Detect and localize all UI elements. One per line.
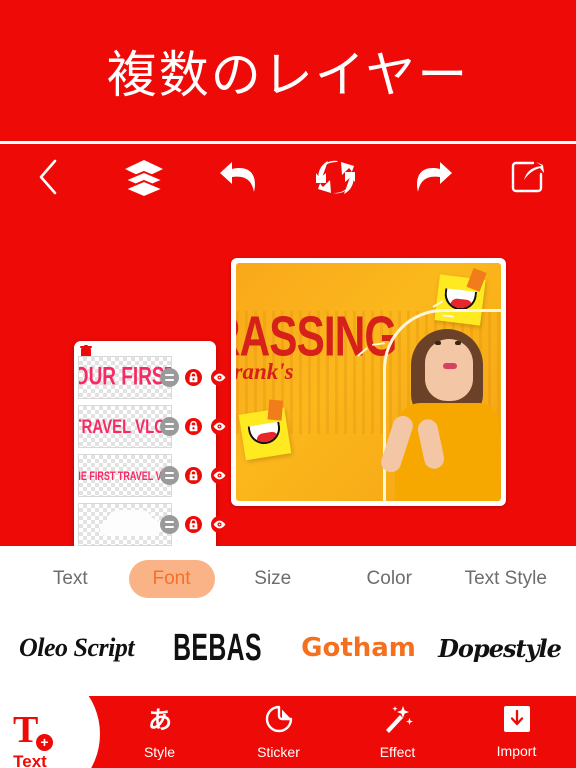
drag-handle-icon[interactable] <box>160 466 179 485</box>
canvas-subheadline: prank's <box>236 359 294 384</box>
style-glyph-icon: あ <box>145 704 175 739</box>
nav-item-style[interactable]: あ Style <box>100 704 219 760</box>
options-panel: Text Font Size Color Text Style Oleo Script B… <box>0 546 576 696</box>
nav-item-label: Import <box>496 743 537 759</box>
undo-arrow-icon <box>218 158 262 196</box>
magic-wand-icon <box>383 704 413 739</box>
lock-icon[interactable] <box>185 369 202 386</box>
sync-refresh-icon <box>315 157 357 197</box>
font-option-oleo-script[interactable]: Oleo Script <box>6 633 147 663</box>
canvas-artboard[interactable]: RASSING prank's <box>236 263 501 501</box>
back-button[interactable] <box>0 144 96 210</box>
lock-icon[interactable] <box>185 516 202 533</box>
download-arrow-icon <box>503 705 531 738</box>
font-option-gotham[interactable]: Gotham <box>288 633 429 663</box>
eye-icon[interactable] <box>211 369 228 386</box>
font-option-dopestyle[interactable]: Dopestyle <box>429 634 570 663</box>
nav-item-text-label: Text <box>13 751 47 768</box>
nav-item-sticker[interactable]: Sticker <box>219 704 338 760</box>
plus-badge-icon: + <box>36 733 53 751</box>
nav-item-effect[interactable]: Effect <box>338 704 457 760</box>
model-photo <box>378 309 501 501</box>
eye-icon[interactable] <box>211 418 228 435</box>
redo-arrow-icon <box>410 158 454 196</box>
eye-icon[interactable] <box>211 516 228 533</box>
layer-thumbnail[interactable]: OUR FIRST <box>78 356 172 399</box>
layer-row[interactable]: OUR FIRST <box>74 353 228 402</box>
smiley-tongue <box>450 297 474 310</box>
layer-thumbnail[interactable]: THE FIRST TRAVEL VLOG <box>78 454 172 497</box>
app-root: 複数のレイヤー ASSING ank's OUR FIRST TRAVEL VL… <box>0 0 576 768</box>
tab-color[interactable]: Color <box>331 560 448 598</box>
promo-headline: 複数のレイヤー <box>106 45 470 104</box>
nav-item-import[interactable]: Import <box>457 705 576 759</box>
svg-text:あ: あ <box>148 706 172 734</box>
layer-thumbnail-label: OUR FIRST <box>78 363 172 391</box>
drag-handle-icon[interactable] <box>160 515 179 534</box>
sticker-note-smiley-2 <box>238 399 292 461</box>
smiley-mouth <box>247 421 283 447</box>
layer-row[interactable]: THE FIRST TRAVEL VLOG <box>74 451 228 500</box>
model-face <box>425 339 473 401</box>
layer-row[interactable] <box>74 500 228 549</box>
layer-row[interactable]: TRAVEL VLOG <box>74 402 228 451</box>
tab-text[interactable]: Text <box>12 560 129 598</box>
drag-handle-icon[interactable] <box>160 368 179 387</box>
model-eye-right <box>455 341 461 345</box>
tab-text-style[interactable]: Text Style <box>448 560 565 598</box>
layer-thumbnail-label: TRAVEL VLOG <box>78 415 171 438</box>
tab-font[interactable]: Font <box>128 560 215 598</box>
editor-toolbar <box>0 144 576 210</box>
model-shirt <box>395 403 499 501</box>
chevron-left-icon <box>35 157 61 197</box>
model-lips <box>443 363 457 369</box>
model-eye-left <box>435 341 441 345</box>
promo-banner: 複数のレイヤー <box>0 0 576 141</box>
layers-stack-icon <box>123 157 165 197</box>
lock-icon[interactable] <box>185 418 202 435</box>
sticker-icon <box>264 704 294 739</box>
drag-handle-icon[interactable] <box>160 417 179 436</box>
share-button[interactable] <box>480 144 576 210</box>
font-option-bebas[interactable]: BEBAS <box>161 626 274 670</box>
editor-area: RASSING prank's <box>0 144 576 696</box>
share-export-icon <box>509 158 547 196</box>
layer-thumbnail-label: THE FIRST TRAVEL VLOG <box>79 469 171 482</box>
nav-item-label: Style <box>143 744 176 760</box>
layer-shape-cloud <box>107 510 153 532</box>
bottom-nav-items: あ Style Sticker Effect Import <box>100 696 576 768</box>
text-add-icon: T + <box>13 711 53 751</box>
tape-strip <box>267 399 284 421</box>
smiley-tongue <box>255 430 280 444</box>
font-swatch-row: Oleo Script BEBAS Gotham Dopestyle <box>0 612 576 684</box>
tape-strip <box>466 268 487 292</box>
nav-item-label: Effect <box>379 744 416 760</box>
nav-item-label: Sticker <box>257 744 300 760</box>
layers-button[interactable] <box>96 144 192 210</box>
layer-thumbnail[interactable] <box>78 503 172 546</box>
redo-button[interactable] <box>384 144 480 210</box>
layer-thumbnail[interactable]: TRAVEL VLOG <box>78 405 172 448</box>
lock-icon[interactable] <box>185 467 202 484</box>
option-tabs: Text Font Size Color Text Style <box>0 546 576 612</box>
eye-icon[interactable] <box>211 467 228 484</box>
undo-button[interactable] <box>192 144 288 210</box>
canvas-preview[interactable]: RASSING prank's <box>231 258 506 506</box>
bottom-navigation: あ Style Sticker Effect Import T + Text <box>0 664 576 768</box>
reset-button[interactable] <box>288 144 384 210</box>
tab-size[interactable]: Size <box>215 560 332 598</box>
